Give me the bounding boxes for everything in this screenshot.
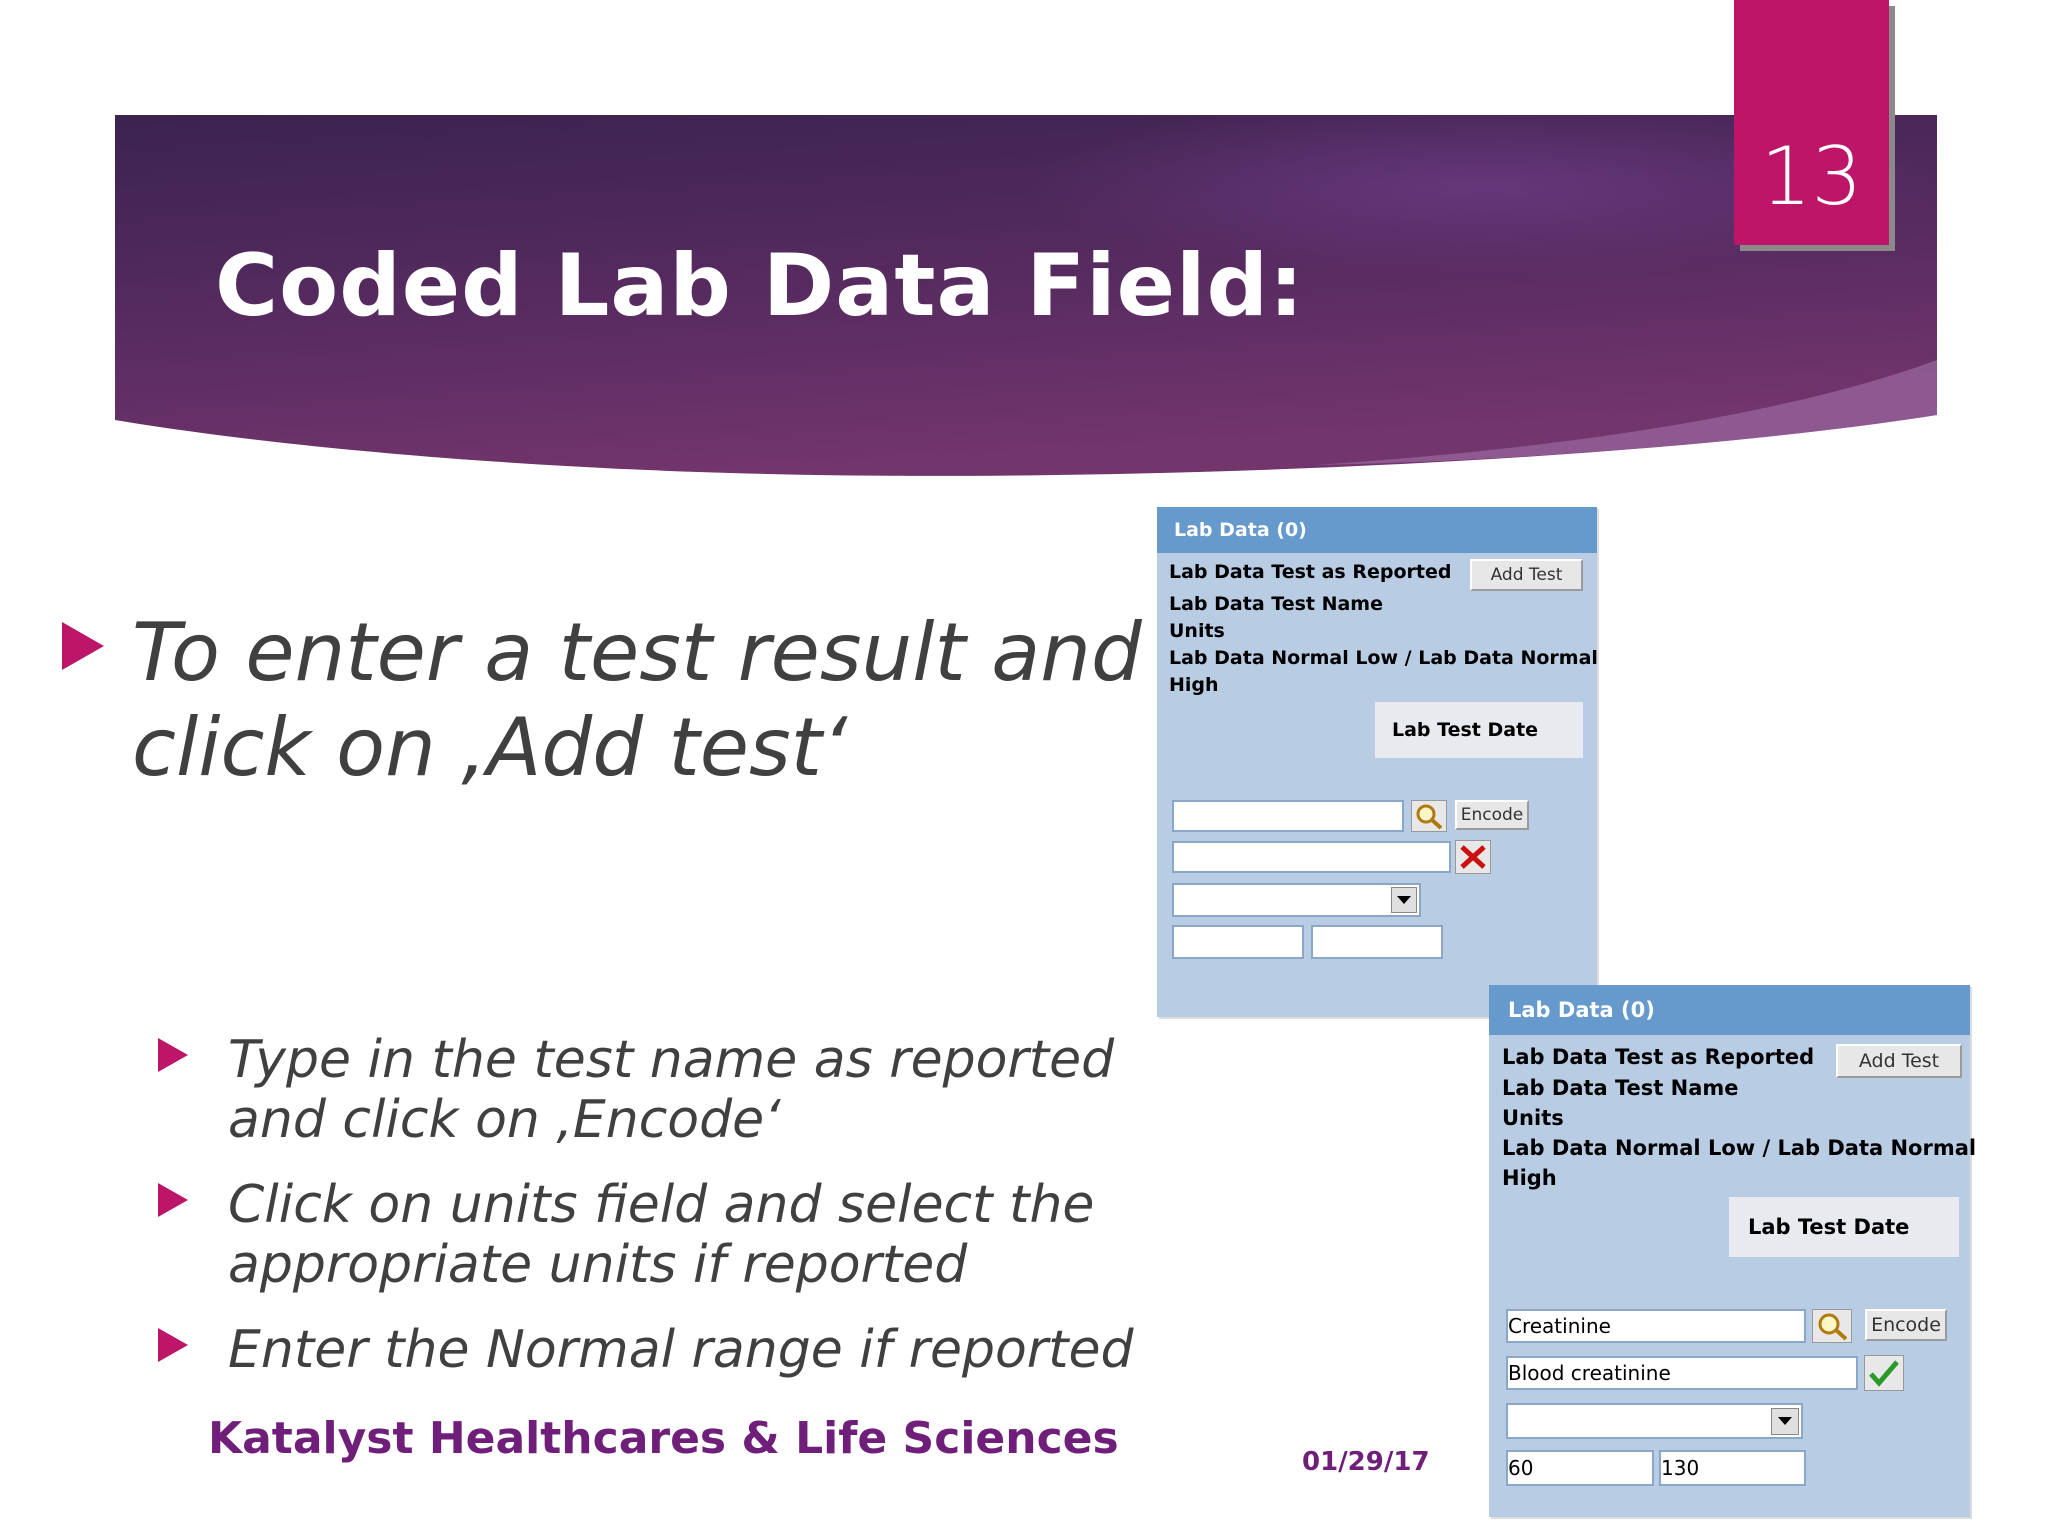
test-reported-input[interactable] bbox=[1172, 800, 1404, 832]
lab-data-header-label: Lab Data (0) bbox=[1508, 998, 1655, 1022]
sub-bullet-1: Type in the test name as reported and cl… bbox=[228, 1030, 1114, 1150]
sub-bullet-3-line-1: Enter the Normal range if reported bbox=[228, 1320, 1134, 1380]
lab-data-panel-filled: Lab Data (0) Lab Data Test as Reported A… bbox=[1489, 985, 1976, 1517]
footer-date: 01/29/17 bbox=[1302, 1447, 1430, 1477]
footer-organization: Katalyst Healthcares & Life Sciences bbox=[208, 1413, 1119, 1464]
test-name-input[interactable] bbox=[1172, 841, 1451, 873]
dropdown-arrow-icon bbox=[1397, 896, 1411, 904]
main-bullet-line-2: click on ‚Add test‘ bbox=[132, 701, 848, 794]
lab-data-header: Lab Data (0) bbox=[1157, 507, 1597, 553]
bullet-triangle-icon bbox=[158, 1328, 188, 1362]
encode-button[interactable]: Encode bbox=[1455, 800, 1529, 830]
sub-bullet-1-line-2: and click on ‚Encode‘ bbox=[228, 1090, 781, 1150]
normal-high-input[interactable]: 130 bbox=[1659, 1450, 1806, 1486]
lab-data-header-label: Lab Data (0) bbox=[1174, 519, 1307, 541]
units-select[interactable] bbox=[1506, 1403, 1803, 1439]
label-normal-range-high: High bbox=[1502, 1166, 1557, 1190]
bullet-triangle-icon bbox=[158, 1183, 188, 1217]
lab-test-date-label: Lab Test Date bbox=[1748, 1215, 1910, 1239]
test-name-input[interactable]: Blood creatinine bbox=[1506, 1356, 1858, 1390]
lab-test-date-cell: Lab Test Date bbox=[1375, 702, 1583, 758]
normal-high-input[interactable] bbox=[1311, 925, 1443, 959]
lab-data-header: Lab Data (0) bbox=[1489, 985, 1970, 1035]
sub-bullet-2-line-2: appropriate units if reported bbox=[228, 1235, 968, 1295]
slide-number: 13 bbox=[1760, 130, 1863, 223]
lab-test-date-cell: Lab Test Date bbox=[1729, 1197, 1959, 1257]
test-reported-input[interactable]: Creatinine bbox=[1506, 1309, 1806, 1343]
bullet-triangle-icon bbox=[158, 1038, 188, 1072]
label-normal-range: Lab Data Normal Low / Lab Data Normal bbox=[1502, 1136, 1977, 1160]
normal-low-input[interactable] bbox=[1172, 925, 1304, 959]
lab-data-panel-empty: Lab Data (0) Lab Data Test as Reported A… bbox=[1157, 507, 1598, 1017]
label-test-as-reported: Lab Data Test as Reported bbox=[1169, 561, 1452, 583]
label-test-name: Lab Data Test Name bbox=[1502, 1076, 1739, 1100]
dropdown-arrow-icon bbox=[1778, 1417, 1792, 1425]
lab-test-date-label: Lab Test Date bbox=[1392, 719, 1539, 741]
dropdown-button[interactable] bbox=[1771, 1408, 1799, 1435]
magnifier-icon bbox=[1818, 1313, 1848, 1341]
add-test-button[interactable]: Add Test bbox=[1836, 1044, 1962, 1078]
sub-bullet-2-line-1: Click on units field and select the bbox=[228, 1175, 1095, 1235]
search-button[interactable] bbox=[1411, 800, 1447, 832]
green-check-icon bbox=[1869, 1360, 1899, 1387]
units-select[interactable] bbox=[1172, 883, 1421, 917]
label-test-as-reported: Lab Data Test as Reported bbox=[1502, 1045, 1815, 1069]
red-x-icon bbox=[1460, 845, 1486, 869]
sub-bullet-2: Click on units field and select the appr… bbox=[228, 1175, 1094, 1295]
encode-button[interactable]: Encode bbox=[1865, 1309, 1947, 1341]
slide-title: Coded Lab Data Field: bbox=[215, 236, 1305, 336]
dropdown-button[interactable] bbox=[1391, 887, 1417, 913]
main-bullet-line-1: To enter a test result and bbox=[132, 606, 1142, 699]
bullet-triangle-icon bbox=[62, 622, 104, 670]
label-normal-range-high: High bbox=[1169, 674, 1219, 696]
magnifier-icon bbox=[1416, 804, 1443, 830]
sub-bullet-3: Enter the Normal range if reported bbox=[228, 1320, 1134, 1380]
label-units: Units bbox=[1502, 1106, 1564, 1130]
search-button[interactable] bbox=[1812, 1309, 1852, 1343]
add-test-button[interactable]: Add Test bbox=[1470, 559, 1583, 591]
label-test-name: Lab Data Test Name bbox=[1169, 593, 1383, 615]
clear-button[interactable] bbox=[1455, 840, 1491, 874]
normal-low-input[interactable]: 60 bbox=[1506, 1450, 1654, 1486]
sub-bullet-1-line-1: Type in the test name as reported bbox=[228, 1030, 1115, 1090]
label-units: Units bbox=[1169, 620, 1225, 642]
label-normal-range: Lab Data Normal Low / Lab Data Normal bbox=[1169, 647, 1598, 669]
main-bullet-text: To enter a test result and click on ‚Add… bbox=[132, 605, 1142, 795]
confirm-button[interactable] bbox=[1864, 1355, 1904, 1391]
